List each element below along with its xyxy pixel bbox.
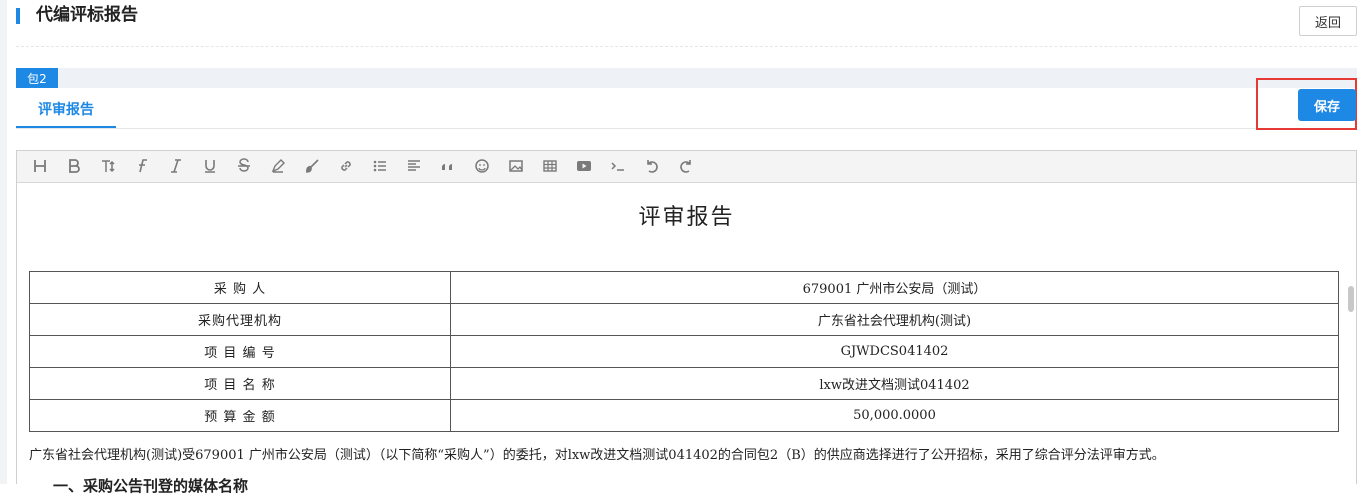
highlight-icon[interactable] (267, 155, 289, 177)
undo-icon[interactable] (641, 155, 663, 177)
video-icon[interactable] (573, 155, 595, 177)
align-icon[interactable] (403, 155, 425, 177)
row-value: lxw改进文档测试041402 (450, 367, 1339, 400)
heading-icon[interactable] (29, 155, 51, 177)
italic-icon[interactable] (165, 155, 187, 177)
save-button[interactable]: 保存 (1298, 89, 1356, 121)
table-row: 项 目 编 号 GJWDCS041402 (29, 335, 1339, 368)
header-divider (16, 46, 1357, 47)
code-icon[interactable] (607, 155, 629, 177)
row-label: 项 目 名 称 (29, 367, 451, 400)
row-label: 项 目 编 号 (29, 335, 451, 368)
back-button[interactable]: 返回 (1299, 6, 1357, 36)
row-label: 预 算 金 额 (29, 399, 451, 432)
quote-icon[interactable] (437, 155, 459, 177)
editor-toolbar (17, 151, 1356, 183)
table-row: 项 目 名 称 lxw改进文档测试041402 (29, 367, 1339, 400)
project-info-table: 采 购 人 679001 广州市公安局（测试） 采购代理机构 广东省社会代理机构… (29, 271, 1339, 432)
tab-underline-divider (16, 128, 1357, 129)
package-badge[interactable]: 包2 (16, 68, 58, 88)
row-label: 采购代理机构 (29, 303, 451, 336)
row-label: 采 购 人 (29, 271, 451, 304)
table-row: 预 算 金 额 50,000.0000 (29, 399, 1339, 432)
tab-review-report[interactable]: 评审报告 (16, 92, 116, 128)
underline-icon[interactable] (199, 155, 221, 177)
row-value: 50,000.0000 (450, 399, 1339, 432)
document-title: 评审报告 (638, 205, 735, 230)
strikethrough-icon[interactable] (233, 155, 255, 177)
bullet-list-icon[interactable] (369, 155, 391, 177)
package-band (16, 68, 1357, 88)
editor-scrollbar-thumb[interactable] (1348, 286, 1354, 312)
table-icon[interactable] (539, 155, 561, 177)
table-row: 采 购 人 679001 广州市公安局（测试） (29, 271, 1339, 304)
redo-icon[interactable] (675, 155, 697, 177)
brush-icon[interactable] (301, 155, 323, 177)
text-size-icon[interactable] (97, 155, 119, 177)
intro-paragraph: 广东省社会代理机构(测试)受679001 广州市公安局（测试）（以下简称“采购人… (29, 448, 1165, 463)
bold-icon[interactable] (63, 155, 85, 177)
row-value: 679001 广州市公安局（测试） (450, 271, 1339, 304)
page-title: 代编评标报告 (36, 5, 138, 25)
rich-text-editor[interactable]: 评审报告 采 购 人 679001 广州市公安局（测试） 采购代理机构 广东省社… (16, 150, 1357, 495)
left-edge-strip (0, 0, 7, 484)
table-row: 采购代理机构 广东省社会代理机构(测试) (29, 303, 1339, 336)
row-value: GJWDCS041402 (450, 335, 1339, 368)
link-icon[interactable] (335, 155, 357, 177)
emoji-icon[interactable] (471, 155, 493, 177)
section-heading: 一、采购公告刊登的媒体名称 (53, 477, 249, 495)
title-accent-bar (16, 8, 20, 24)
font-icon[interactable] (131, 155, 153, 177)
row-value: 广东省社会代理机构(测试) (450, 303, 1339, 336)
image-icon[interactable] (505, 155, 527, 177)
